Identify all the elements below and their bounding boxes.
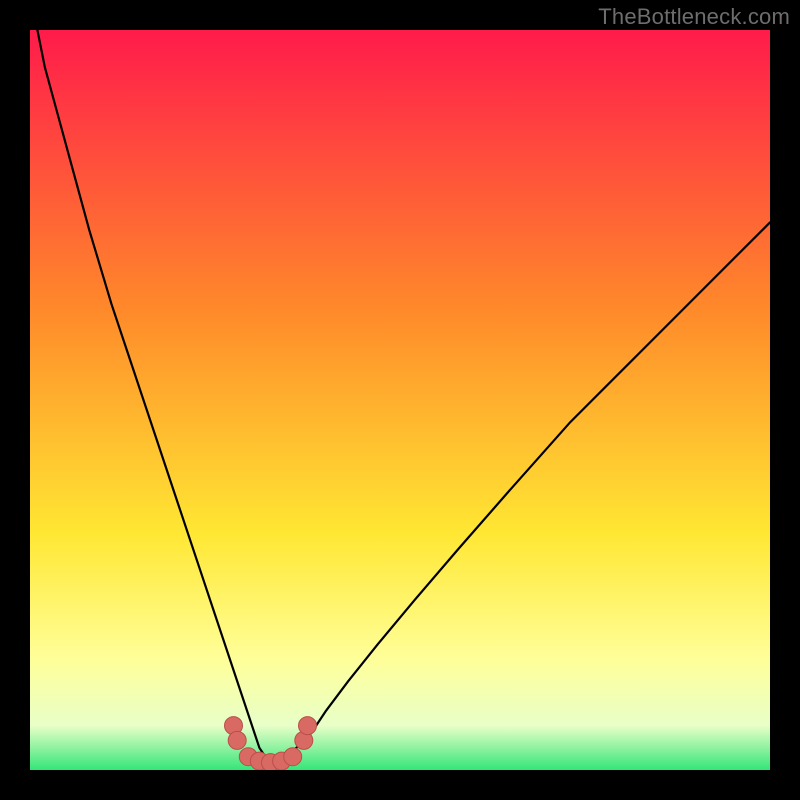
data-marker (284, 748, 302, 766)
data-marker (228, 731, 246, 749)
plot-area (30, 30, 770, 770)
chart-frame: TheBottleneck.com (0, 0, 800, 800)
chart-svg (30, 30, 770, 770)
gradient-background (30, 30, 770, 770)
watermark-text: TheBottleneck.com (598, 4, 790, 30)
data-marker (299, 717, 317, 735)
